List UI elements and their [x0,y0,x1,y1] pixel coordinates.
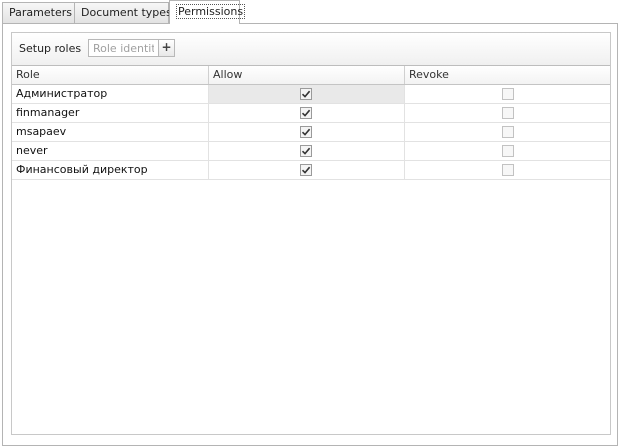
checkmark-icon [301,147,311,155]
checkmark-icon [301,166,311,174]
role-name-cell: never [12,142,209,160]
revoke-checkbox[interactable] [502,145,514,157]
revoke-cell [405,161,610,179]
allow-cell [209,104,405,122]
allow-checkbox[interactable] [300,164,312,176]
roles-toolbar: Setup roles + [12,33,610,65]
allow-cell [209,142,405,160]
tab-label: Parameters [9,6,72,19]
permissions-tab-page: Setup roles + Role Allow Revoke Админист… [2,23,618,446]
table-row[interactable]: msapaev [12,123,610,142]
allow-checkbox[interactable] [300,145,312,157]
allow-checkbox[interactable] [300,88,312,100]
window: Parameters Document types Permissions Se… [0,0,622,448]
role-name-cell: msapaev [12,123,209,141]
tab-label: Permissions [176,4,246,19]
checkmark-icon [301,128,311,136]
revoke-checkbox[interactable] [502,164,514,176]
role-name-cell: Администратор [12,85,209,103]
revoke-checkbox[interactable] [502,107,514,119]
column-header-revoke[interactable]: Revoke [405,66,610,84]
plus-icon: + [161,40,172,54]
table-row[interactable]: never [12,142,610,161]
grid-rows: Администратор finmanager msapaev never Финан… [12,85,610,180]
tab-permissions[interactable]: Permissions [169,0,246,24]
allow-checkbox[interactable] [300,107,312,119]
role-identity-input[interactable] [88,39,159,57]
setup-roles-label: Setup roles [19,42,82,55]
grid-header: Role Allow Revoke [12,66,610,85]
table-row[interactable]: Администратор [12,85,610,104]
role-name-cell: finmanager [12,104,209,122]
allow-checkbox[interactable] [300,126,312,138]
allow-cell [209,123,405,141]
allow-cell [209,161,405,179]
roles-panel: Setup roles + Role Allow Revoke Админист… [11,32,611,435]
role-name-cell: Финансовый директор [12,161,209,179]
tab-parameters[interactable]: Parameters [2,2,75,23]
table-row[interactable]: Финансовый директор [12,161,610,180]
column-header-role[interactable]: Role [12,66,209,84]
checkmark-icon [301,109,311,117]
revoke-cell [405,142,610,160]
tab-document-types[interactable]: Document types [74,2,172,23]
allow-cell [209,85,405,103]
column-header-allow[interactable]: Allow [209,66,405,84]
tab-label: Document types [81,6,172,19]
table-row[interactable]: finmanager [12,104,610,123]
add-role-button[interactable]: + [158,39,175,57]
revoke-checkbox[interactable] [502,88,514,100]
revoke-cell [405,85,610,103]
revoke-checkbox[interactable] [502,126,514,138]
revoke-cell [405,104,610,122]
revoke-cell [405,123,610,141]
tab-strip: Parameters Document types Permissions [0,0,622,24]
permissions-grid: Role Allow Revoke Администратор finmanage… [12,65,610,435]
checkmark-icon [301,90,311,98]
